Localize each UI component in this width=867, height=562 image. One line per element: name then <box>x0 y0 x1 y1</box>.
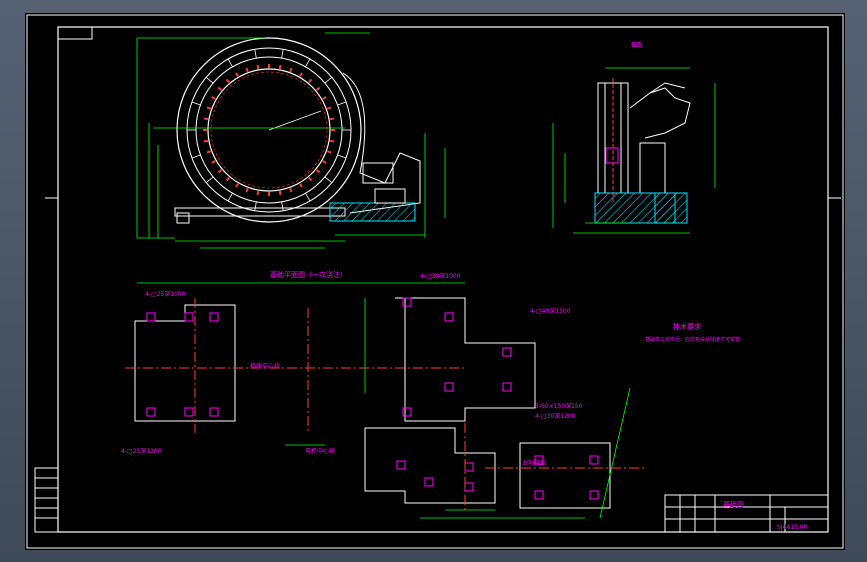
left-revision-strip <box>34 467 59 533</box>
ring-tick <box>299 183 303 188</box>
ring-tick <box>299 72 303 77</box>
ring-spoke <box>324 176 333 184</box>
ring-spoke <box>281 49 284 59</box>
ring-tick <box>329 117 335 121</box>
ring-spoke <box>254 201 257 211</box>
ring-tick <box>235 183 239 188</box>
anchor-note-4: 4-□25深1200 <box>121 447 162 455</box>
anchor-note-3: 3-60×150深150 <box>535 402 583 410</box>
ring-tick <box>315 86 321 91</box>
ring-spoke <box>191 101 201 106</box>
ring-tick <box>289 187 293 193</box>
ring-tick <box>329 139 335 143</box>
ring-tick <box>326 106 332 110</box>
title-block-title: 基础图 <box>723 500 744 509</box>
drawing-canvas[interactable]: B向 基础平面图（一次浇注） 机座中心线 4-□25深1000 4-□25深12… <box>25 13 845 550</box>
ring-tick <box>315 169 321 174</box>
ring-tick <box>278 64 282 70</box>
ring-spoke <box>205 176 214 184</box>
ring-tick <box>203 139 209 143</box>
ring-spoke <box>254 49 257 59</box>
foundation-plan-title: 基础平面图（一次浇注） <box>270 270 347 279</box>
ring-spoke <box>305 193 311 202</box>
centerline-note-2: 电机中心线 <box>305 447 335 455</box>
fan-side-view <box>594 78 691 224</box>
ring-tick <box>245 187 249 193</box>
block-note: B向视图 <box>523 459 545 467</box>
ring-spoke <box>205 76 214 84</box>
ring-tick <box>206 106 212 110</box>
tech-requirements-text: 基础施工完毕后，应达到设计强度才可安装 <box>645 336 740 343</box>
ring-tick <box>203 117 209 121</box>
tech-requirements-title: 技术要求 <box>673 322 701 331</box>
ring-tick <box>289 67 293 73</box>
left-foundation-block <box>125 298 465 433</box>
side-view-title: B向 <box>631 40 643 49</box>
ring-spoke <box>324 76 333 84</box>
ring-tick <box>278 190 282 196</box>
ring-tick <box>235 72 239 77</box>
drawing-sheet[interactable]: B向 基础平面图（一次浇注） 机座中心线 4-□25深1000 4-□25深12… <box>25 13 845 550</box>
ring-tick <box>225 78 230 84</box>
ring-spoke <box>227 193 233 202</box>
ring-tick <box>245 67 249 73</box>
ring-tick <box>211 160 216 164</box>
anchor-note-6: 4-□30深1200 <box>535 412 576 420</box>
corner-box <box>57 26 93 40</box>
ring-spoke <box>337 101 347 106</box>
ring-tick <box>225 176 230 182</box>
anchor-note-2: 4-□30深1000 <box>420 272 461 280</box>
title-block-drawing-no: SJ4415.00 <box>777 524 808 531</box>
ring-tick <box>217 86 223 91</box>
ring-tick <box>256 190 260 196</box>
ring-tick <box>322 96 327 100</box>
ring-tick <box>322 160 327 164</box>
ring-tick <box>211 96 216 100</box>
anchor-note-5: 4-□40深1500 <box>530 307 571 315</box>
ring-tick <box>308 176 313 182</box>
ring-spoke <box>305 58 311 67</box>
ring-tick <box>308 78 313 84</box>
ring-tick <box>206 150 212 154</box>
ring-tick <box>326 150 332 154</box>
anchor-note-1: 4-□25深1000 <box>145 290 186 298</box>
centerline-note-1: 机座中心线 <box>250 362 280 370</box>
ring-spoke <box>337 154 347 159</box>
outer-frame <box>26 14 844 549</box>
fan-front-view <box>174 37 421 224</box>
cad-window: B向 基础平面图（一次浇注） 机座中心线 4-□25深1000 4-□25深12… <box>0 0 867 562</box>
ring-spoke <box>281 201 284 211</box>
ring-spoke <box>191 154 201 159</box>
ring-spoke <box>227 58 233 67</box>
ring-tick <box>217 169 223 174</box>
lower-foundation-block <box>364 423 645 513</box>
center-foundation-block <box>395 297 536 422</box>
ring-tick <box>256 64 260 70</box>
